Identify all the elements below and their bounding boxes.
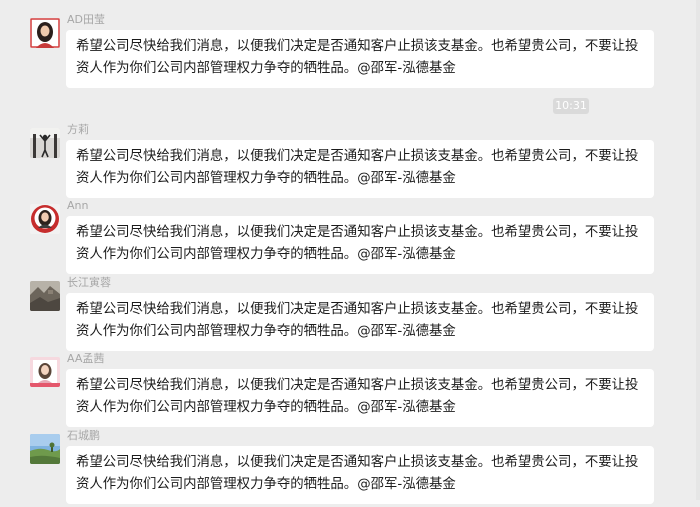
sender-name[interactable]: 长江寅蓉 xyxy=(67,276,111,290)
message-bubble[interactable]: 希望公司尽快给我们消息，以便我们决定是否通知客户止损该支基金。也希望贵公司，不要… xyxy=(66,140,654,198)
message-bubble[interactable]: 希望公司尽快给我们消息，以便我们决定是否通知客户止损该支基金。也希望贵公司，不要… xyxy=(66,216,654,274)
sender-name[interactable]: AA孟茜 xyxy=(67,352,104,366)
chat-message-list[interactable]: AD田莹 希望公司尽快给我们消息，以便我们决定是否通知客户止损该支基金。也希望贵… xyxy=(0,0,700,504)
chat-message: AD田莹 希望公司尽快给我们消息，以便我们决定是否通知客户止损该支基金。也希望贵… xyxy=(0,13,700,91)
woman-pink-frame-avatar[interactable] xyxy=(30,357,60,387)
scrollbar-track[interactable] xyxy=(696,0,700,500)
chat-message: 石城鹏 希望公司尽快给我们消息，以便我们决定是否通知客户止损该支基金。也希望贵公… xyxy=(0,429,700,507)
timestamp-badge: 10:31 xyxy=(553,98,589,114)
dancer-photo-avatar[interactable] xyxy=(30,128,60,158)
sender-name[interactable]: Ann xyxy=(67,199,88,213)
message-bubble[interactable]: 希望公司尽快给我们消息，以便我们决定是否通知客户止损该支基金。也希望贵公司，不要… xyxy=(66,293,654,351)
sky-field-photo-avatar[interactable] xyxy=(30,434,60,464)
sender-name[interactable]: AD田莹 xyxy=(67,13,105,27)
message-bubble[interactable]: 希望公司尽快给我们消息，以便我们决定是否通知客户止损该支基金。也希望贵公司，不要… xyxy=(66,369,654,427)
chat-message: AA孟茜 希望公司尽快给我们消息，以便我们决定是否通知客户止损该支基金。也希望贵… xyxy=(0,352,700,430)
woman-portrait-avatar[interactable] xyxy=(30,18,60,48)
landscape-photo-avatar[interactable] xyxy=(30,281,60,311)
chat-message: 方莉 希望公司尽快给我们消息，以便我们决定是否通知客户止损该支基金。也希望贵公司… xyxy=(0,123,700,201)
sender-name[interactable]: 石城鹏 xyxy=(67,429,100,443)
chat-message: Ann 希望公司尽快给我们消息，以便我们决定是否通知客户止损该支基金。也希望贵公… xyxy=(0,199,700,277)
chat-message: 长江寅蓉 希望公司尽快给我们消息，以便我们决定是否通知客户止损该支基金。也希望贵… xyxy=(0,276,700,354)
message-bubble[interactable]: 希望公司尽快给我们消息，以便我们决定是否通知客户止损该支基金。也希望贵公司，不要… xyxy=(66,446,654,504)
woman-circle-badge-avatar[interactable] xyxy=(30,204,60,234)
sender-name[interactable]: 方莉 xyxy=(67,123,89,137)
message-bubble[interactable]: 希望公司尽快给我们消息，以便我们决定是否通知客户止损该支基金。也希望贵公司，不要… xyxy=(66,30,654,88)
